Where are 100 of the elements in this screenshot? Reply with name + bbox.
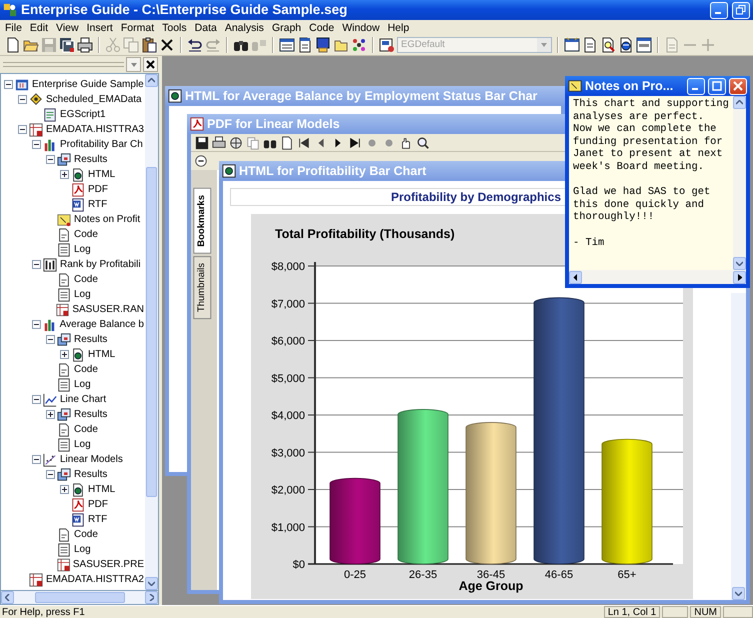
maximize-icon[interactable] — [712, 81, 722, 91]
save-icon[interactable] — [195, 136, 209, 150]
restore-icon[interactable] — [736, 5, 746, 15]
tree-item[interactable]: Log — [73, 438, 92, 451]
undo-icon[interactable] — [187, 37, 203, 53]
scroll-right-button[interactable] — [733, 270, 746, 284]
tree-item[interactable]: Log — [73, 243, 92, 256]
tree-item[interactable]: Code — [73, 228, 99, 241]
tree-toggle[interactable] — [32, 395, 41, 404]
tree-item[interactable]: Rank by Profitabili — [59, 258, 142, 271]
last-page-icon[interactable] — [348, 136, 362, 150]
printer-icon[interactable] — [77, 37, 93, 53]
grid-icon[interactable] — [351, 37, 367, 53]
scroll-thumb[interactable] — [146, 167, 157, 497]
tree-item[interactable]: Average Balance b — [58, 318, 145, 331]
tree-toggle[interactable] — [46, 470, 55, 479]
tree-item[interactable]: Log — [73, 543, 92, 556]
tree-item[interactable]: EGScript1 — [59, 108, 107, 121]
menu-item[interactable]: Graph — [268, 20, 306, 34]
tree-toggle[interactable] — [46, 410, 55, 419]
tree-item[interactable]: RTF — [87, 198, 108, 211]
menu-item[interactable]: Window — [338, 20, 384, 34]
tree-item[interactable]: Code — [73, 363, 99, 376]
save-all-icon[interactable] — [59, 37, 75, 53]
tree-item[interactable]: Code — [73, 273, 99, 286]
globe-page-icon[interactable] — [618, 37, 634, 53]
tree-item[interactable]: Code — [73, 528, 99, 541]
menu-item[interactable]: Edit — [26, 20, 52, 34]
delete-icon[interactable] — [159, 37, 175, 53]
tree-item[interactable]: Results — [73, 333, 108, 346]
form-icon[interactable] — [636, 37, 652, 53]
tree-item[interactable]: HTML — [87, 348, 116, 361]
tree-item[interactable]: Results — [73, 408, 108, 421]
printer-icon[interactable] — [212, 136, 226, 150]
hand-icon[interactable] — [399, 136, 413, 150]
menu-item[interactable]: Insert — [82, 20, 117, 34]
scroll-down-button[interactable] — [732, 587, 745, 600]
tree-toggle[interactable] — [18, 125, 27, 134]
menu-item[interactable]: Help — [384, 20, 414, 34]
restore-button[interactable] — [732, 2, 750, 18]
menu-item[interactable]: Analysis — [220, 20, 268, 34]
tree-item[interactable]: RTF — [87, 513, 108, 526]
tree-item[interactable]: PDF — [87, 498, 109, 511]
scroll-down-button[interactable] — [145, 577, 158, 590]
scroll-up-button[interactable] — [145, 74, 158, 87]
paste-icon[interactable] — [141, 37, 157, 53]
close-button[interactable] — [143, 57, 158, 72]
tree-item[interactable]: EMADATA.HISTTRA3 — [45, 123, 145, 136]
tree-toggle[interactable] — [32, 260, 41, 269]
tree-item[interactable]: HTML — [87, 483, 116, 496]
menu-item[interactable]: View — [52, 20, 83, 34]
globe-icon[interactable] — [229, 136, 243, 150]
new-document-icon[interactable] — [5, 37, 21, 53]
close-icon[interactable] — [146, 60, 155, 69]
maximize-button[interactable] — [708, 78, 726, 94]
side-tab[interactable]: Thumbnails — [193, 256, 212, 319]
tree-item[interactable]: Notes on Profit — [73, 213, 142, 226]
window-icon[interactable] — [279, 37, 295, 53]
minimize-button[interactable] — [687, 78, 705, 94]
document-icon[interactable] — [297, 37, 313, 53]
tree-item[interactable]: SASUSER.PRE — [72, 558, 145, 571]
scroll-thumb[interactable] — [34, 592, 124, 603]
tree-toggle[interactable] — [32, 140, 41, 149]
tree-item[interactable]: EMADATA.HISTTRA2 — [45, 573, 145, 586]
tree-item[interactable]: Scheduled_EMAData — [45, 93, 143, 106]
tree-item[interactable]: Results — [73, 468, 108, 481]
tree-item[interactable]: Profitability Bar Ch — [59, 138, 144, 151]
scroll-down-button[interactable] — [733, 257, 746, 270]
tree-item[interactable]: HTML — [87, 168, 116, 181]
tree-item[interactable]: Log — [73, 378, 92, 391]
tree-toggle[interactable] — [60, 170, 69, 179]
tree-item[interactable]: PDF — [87, 183, 109, 196]
tree-toggle[interactable] — [60, 485, 69, 494]
tree-toggle[interactable] — [4, 80, 13, 89]
monitor-icon[interactable] — [315, 37, 331, 53]
page-icon[interactable] — [582, 37, 598, 53]
menu-item[interactable]: File — [1, 20, 26, 34]
zoom-icon[interactable] — [416, 136, 430, 150]
menu-item[interactable]: Code — [305, 20, 338, 34]
tree-item[interactable]: Line Chart — [59, 393, 108, 406]
horizontal-scrollbar[interactable] — [0, 591, 159, 605]
scroll-left-button[interactable] — [569, 270, 582, 284]
horizontal-scrollbar[interactable] — [569, 270, 746, 284]
menu-item[interactable]: Format — [116, 20, 158, 34]
tree-item[interactable]: Results — [73, 153, 108, 166]
vertical-scrollbar[interactable] — [731, 293, 746, 600]
collapse-icon[interactable] — [194, 154, 208, 168]
tree-toggle[interactable] — [46, 335, 55, 344]
side-tab[interactable]: Bookmarks — [193, 188, 212, 254]
menu-item[interactable]: Tools — [158, 20, 191, 34]
vertical-scrollbar[interactable] — [733, 96, 746, 270]
tree-item[interactable]: Code — [73, 423, 99, 436]
tree-toggle[interactable] — [60, 350, 69, 359]
tree-toggle[interactable] — [32, 320, 41, 329]
new-window-icon[interactable] — [564, 37, 580, 53]
tree-toggle[interactable] — [18, 95, 27, 104]
tree-item[interactable]: Enterprise Guide Sample — [31, 78, 145, 91]
tree-item[interactable]: Log — [73, 288, 92, 301]
right-arrow-icon[interactable] — [737, 274, 742, 280]
tree-toggle[interactable] — [32, 455, 41, 464]
